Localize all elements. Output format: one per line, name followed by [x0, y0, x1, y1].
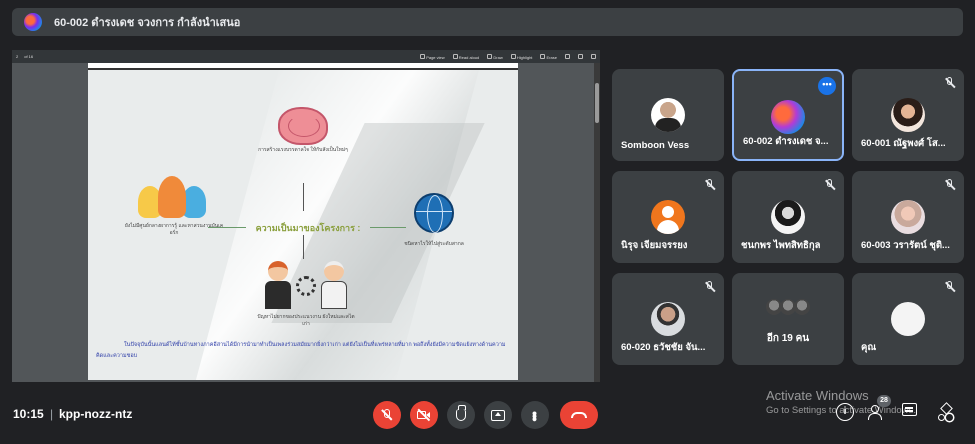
participant-avatar — [651, 200, 685, 234]
mic-off-icon — [944, 179, 956, 191]
read-aloud-button[interactable]: Read aloud — [452, 53, 480, 60]
highlight-button[interactable]: Highlight — [510, 53, 533, 60]
workers-caption: ปัญหาไม่ยากของประแนวงาน ยังใหม่และสไตเก่… — [257, 314, 355, 327]
participant-avatar — [891, 302, 925, 336]
page-view-button[interactable]: Page view — [420, 53, 445, 60]
participant-name: 60-003 วรารัตน์ ชุติ... — [861, 240, 950, 251]
banner-title: 60-002 ดำรงเดช จวงการ กำลังนำเสนอ — [54, 17, 241, 29]
meeting-code: kpp-nozz-ntz — [59, 407, 133, 421]
connector-line — [370, 227, 406, 228]
participant-name: 60-020 ธวัชชัย จัน... — [621, 342, 706, 353]
hand-icon — [456, 405, 466, 421]
participant-avatar — [651, 98, 685, 132]
page-view-label: Page view — [426, 54, 445, 60]
clock-time: 10:15 — [13, 407, 44, 421]
mic-off-icon — [944, 77, 956, 89]
camera-toggle-button[interactable] — [410, 401, 438, 429]
participant-avatar — [651, 302, 685, 336]
more-vert-icon: ••• — [527, 410, 543, 420]
participant-name: ชนกพร ไพทสิทธิกุล — [741, 240, 821, 251]
pdf-page-number[interactable]: 2 — [16, 54, 18, 59]
connector-line — [208, 227, 246, 228]
erase-icon — [540, 53, 546, 59]
participant-tile[interactable]: 60-001 ณัฐพงศ์ โส... — [852, 69, 964, 161]
erase-label: Erase — [546, 54, 557, 60]
people-caption: ยังไม่มีศูนย์กลางผาการรู้ และหาสวนงานบัน… — [124, 223, 224, 236]
read-aloud-icon — [452, 53, 458, 59]
print-icon[interactable] — [578, 54, 583, 59]
people-group-icon — [138, 176, 208, 218]
scrollbar-thumb[interactable] — [595, 83, 599, 123]
pdf-scrollbar[interactable] — [594, 63, 600, 382]
globe-icon — [414, 193, 454, 233]
draw-label: Draw — [493, 54, 503, 60]
participant-tile[interactable]: 60-003 วรารัตน์ ชุติ... — [852, 171, 964, 263]
watermark-line1: Activate Windows — [766, 388, 869, 403]
pdf-page-count: of 16 — [24, 54, 34, 59]
present-icon — [491, 409, 505, 421]
camera-off-icon — [417, 408, 431, 421]
participant-name: นิรุจ เจียมจรรยง — [621, 240, 688, 251]
highlight-label: Highlight — [516, 54, 533, 60]
mic-off-icon — [824, 179, 836, 191]
brain-icon — [278, 107, 328, 145]
present-screen-button[interactable] — [484, 401, 512, 429]
workers-icon — [263, 261, 353, 311]
presenter-banner: 60-002 ดำรงเดช จวงการ กำลังนำเสนอ — [12, 8, 963, 36]
participant-avatar — [771, 200, 805, 234]
activities-icon[interactable] — [937, 403, 955, 421]
mic-off-icon — [704, 179, 716, 191]
participant-avatar — [891, 200, 925, 234]
more-participants-label: อีก 19 คน — [766, 333, 810, 344]
connector-line — [303, 183, 304, 211]
chat-icon[interactable] — [902, 403, 917, 416]
erase-button[interactable]: Erase — [540, 53, 557, 60]
mic-off-icon — [944, 281, 956, 293]
save-icon[interactable] — [565, 54, 570, 59]
participant-name: คุณ — [861, 342, 877, 353]
page-view-icon — [420, 53, 426, 59]
hang-up-icon — [571, 412, 587, 418]
meeting-info-button[interactable]: i — [836, 403, 854, 421]
microphone-toggle-button[interactable] — [373, 401, 401, 429]
bar-separator: | — [50, 407, 54, 421]
more-options-button[interactable]: ••• — [818, 77, 836, 95]
participant-name: Somboon Vess — [621, 140, 690, 151]
raise-hand-button[interactable] — [447, 401, 475, 429]
participant-tile[interactable]: Somboon Vess — [612, 69, 724, 161]
more-options-button[interactable]: ••• — [521, 401, 549, 429]
slide-title: ความเป็นมาของโครงการ : — [255, 223, 361, 233]
participant-tile[interactable]: ชนกพร ไพทสิทธิกุล — [732, 171, 844, 263]
participant-tile[interactable]: 60-020 ธวัชชัย จัน... — [612, 273, 724, 365]
pdf-toolbar: 2 of 16 Page view Read aloud Draw Highli… — [12, 50, 600, 63]
shared-screen: 2 of 16 Page view Read aloud Draw Highli… — [12, 50, 600, 382]
connector-line — [303, 235, 304, 259]
draw-button[interactable]: Draw — [487, 53, 503, 60]
page-top-strip — [88, 63, 518, 70]
leave-call-button[interactable] — [560, 401, 598, 429]
mic-off-icon — [381, 409, 393, 421]
participant-name: 60-002 ดำรงเดช จ... — [743, 136, 829, 147]
globe-caption: ชนิดหาไรให้ไปสู่ระดับสากล — [404, 241, 464, 247]
participant-avatar — [891, 98, 925, 132]
read-aloud-label: Read aloud — [458, 54, 480, 60]
brain-caption: การสร้างแรงบรรดาลใจ ให้กับสังเป็นใหม่ๆ — [258, 147, 348, 153]
highlight-icon — [510, 53, 516, 59]
participant-avatar — [771, 100, 805, 134]
group-avatars-icon — [766, 299, 810, 319]
pin-icon[interactable] — [591, 54, 596, 59]
presenter-avatar — [24, 13, 42, 31]
pdf-page: การสร้างแรงบรรดาลใจ ให้กับสังเป็นใหม่ๆ ย… — [88, 63, 518, 380]
mic-off-icon — [704, 281, 716, 293]
participant-tile-active[interactable]: ••• 60-002 ดำรงเดช จ... — [732, 69, 844, 161]
participant-name: 60-001 ณัฐพงศ์ โส... — [861, 138, 946, 149]
participant-tile[interactable]: นิรุจ เจียมจรรยง — [612, 171, 724, 263]
more-participants-tile[interactable]: อีก 19 คน — [732, 273, 844, 365]
self-tile[interactable]: คุณ — [852, 273, 964, 365]
slide-paragraph: ในปัจจุบันนั้นแลนด์ไท้ชั้นบ้านทางภาคอีสา… — [96, 342, 506, 359]
participant-count-badge: 28 — [877, 395, 891, 407]
draw-icon — [487, 53, 493, 59]
